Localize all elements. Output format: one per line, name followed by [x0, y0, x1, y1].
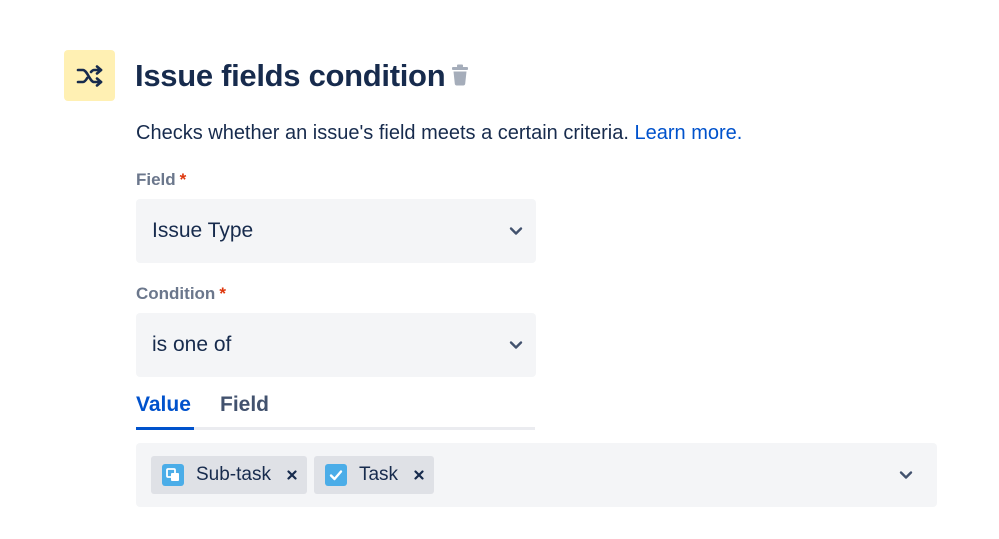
tabs-divider: [136, 427, 535, 430]
condition-panel: Issue fields condition Checks whether an…: [0, 0, 999, 539]
chip-label: Task: [358, 464, 399, 485]
chevron-down-icon: [496, 340, 536, 350]
selected-value-chip: Sub-task: [151, 456, 307, 494]
trash-icon[interactable]: [450, 64, 470, 86]
required-indicator: *: [179, 170, 187, 189]
description: Checks whether an issue's field meets a …: [136, 119, 742, 147]
chip-label: Sub-task: [196, 464, 271, 485]
subtask-icon: [162, 464, 184, 486]
required-indicator: *: [219, 284, 226, 303]
condition-label: Condition *: [136, 283, 226, 305]
value-tabs: Value Field: [136, 388, 535, 430]
tab-value[interactable]: Value: [136, 392, 191, 418]
field-label: Field *: [136, 169, 186, 191]
remove-chip-icon[interactable]: [277, 456, 307, 494]
value-multiselect[interactable]: Sub-task Task: [136, 443, 937, 507]
learn-more-link[interactable]: Learn more.: [634, 122, 742, 144]
field-label-text: Field: [136, 170, 176, 189]
tab-field[interactable]: Field: [220, 392, 269, 418]
condition-select-value: is one of: [152, 333, 232, 356]
condition-select[interactable]: is one of: [136, 313, 536, 377]
active-tab-indicator: [136, 427, 194, 430]
condition-label-text: Condition: [136, 284, 216, 303]
chevron-down-icon: [875, 470, 937, 480]
task-check-icon: [324, 464, 347, 486]
selected-value-chip: Task: [313, 456, 435, 494]
chevron-down-icon: [496, 226, 536, 236]
field-select[interactable]: Issue Type: [136, 199, 536, 263]
shuffle-icon: [64, 50, 115, 101]
remove-chip-icon[interactable]: [404, 456, 434, 494]
description-text: Checks whether an issue's field meets a …: [136, 122, 629, 144]
field-select-value: Issue Type: [152, 219, 254, 242]
page-title: Issue fields condition: [135, 58, 446, 93]
